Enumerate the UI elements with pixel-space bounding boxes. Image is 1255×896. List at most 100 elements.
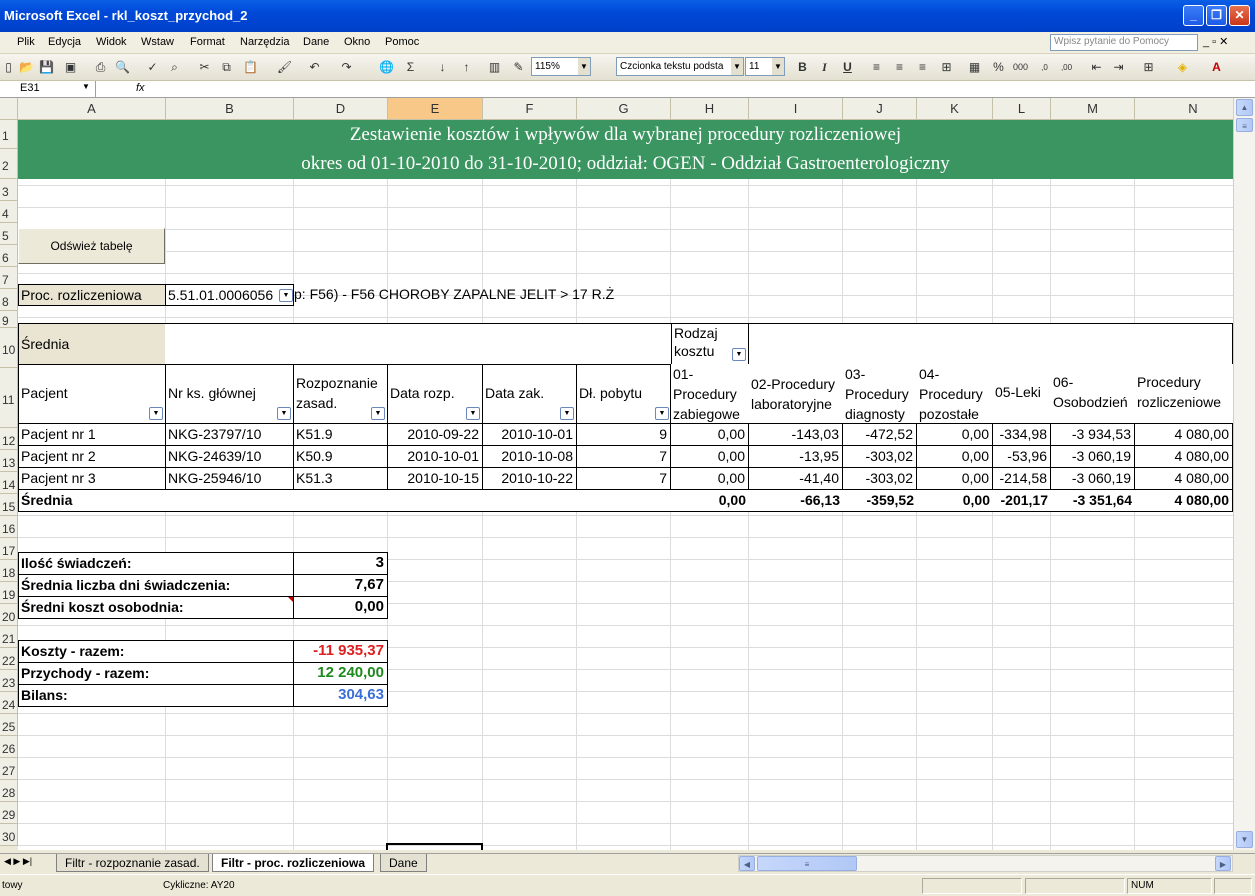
cell-nr[interactable]: NKG-24639/10 — [165, 445, 294, 468]
dl-pobytu-filter[interactable]: ▼ — [655, 407, 669, 420]
scroll-left-icon[interactable]: ◀ — [739, 856, 755, 871]
refresh-table-button[interactable]: Odśwież tabelę — [18, 228, 165, 264]
rozpoznanie-filter[interactable]: ▼ — [371, 407, 385, 420]
sort-asc-icon[interactable]: ↓ — [434, 59, 451, 76]
data-rozp-filter[interactable]: ▼ — [466, 407, 480, 420]
italic-icon[interactable]: I — [816, 59, 833, 76]
font-select[interactable]: Czcionka tekstu podsta ▼ — [616, 57, 744, 76]
font-color-icon[interactable]: A — [1208, 59, 1225, 76]
permission-icon[interactable]: ▣ — [62, 59, 79, 76]
bold-icon[interactable]: B — [794, 59, 811, 76]
scroll-right-icon[interactable]: ▶ — [1215, 856, 1231, 871]
column-header-k[interactable]: K — [917, 98, 993, 120]
menu-widok[interactable]: Widok — [96, 36, 127, 48]
redo-icon[interactable]: ↷ — [338, 59, 355, 76]
hyperlink-icon[interactable]: 🌐 — [378, 59, 395, 76]
proc-dropdown-icon[interactable]: ▼ — [279, 289, 293, 302]
scroll-thumb[interactable]: ≡ — [1236, 118, 1253, 132]
name-box[interactable]: E31 ▼ — [0, 81, 96, 98]
open-icon[interactable]: 📂 — [18, 59, 35, 76]
print-icon[interactable]: ⎙ — [92, 59, 109, 76]
cell-h[interactable]: 0,00 — [670, 445, 749, 468]
row-header-11[interactable]: 11 — [0, 368, 18, 428]
horizontal-scrollbar[interactable]: ◀ ≡ ▶ — [738, 855, 1233, 872]
cell-rozp[interactable]: K51.9 — [293, 423, 388, 446]
cell-dl[interactable]: 7 — [576, 467, 671, 490]
cut-icon[interactable]: ✂ — [196, 59, 213, 76]
column-header-e[interactable]: E — [388, 98, 483, 120]
increase-indent-icon[interactable]: ⇥ — [1110, 59, 1127, 76]
help-search-input[interactable]: Wpisz pytanie do Pomocy — [1050, 34, 1198, 51]
zoom-select[interactable]: 115% ▼ — [531, 57, 591, 76]
cell-od[interactable]: 2010-09-22 — [387, 423, 483, 446]
row-header-15[interactable]: 15 — [0, 494, 18, 516]
row-header-26[interactable]: 26 — [0, 736, 18, 758]
drawing-icon[interactable]: ✎ — [510, 59, 527, 76]
menu-edycja[interactable]: Edycja — [48, 36, 81, 48]
menu-pomoc[interactable]: Pomoc — [385, 36, 419, 48]
spelling-icon[interactable]: ✓ — [144, 59, 161, 76]
summary-value[interactable]: 12 240,00 — [293, 662, 388, 685]
h-scroll-thumb[interactable]: ≡ — [757, 856, 857, 871]
autosum-icon[interactable]: Σ — [402, 59, 419, 76]
column-header-h[interactable]: H — [671, 98, 749, 120]
cell-pacjent[interactable]: Pacjent nr 2 — [18, 445, 166, 468]
cell-od[interactable]: 2010-10-15 — [387, 467, 483, 490]
cell-do[interactable]: 2010-10-22 — [482, 467, 577, 490]
row-header-21[interactable]: 21 — [0, 626, 18, 648]
row-header-24[interactable]: 24 — [0, 692, 18, 714]
row-header-28[interactable]: 28 — [0, 780, 18, 802]
cell-k[interactable]: 0,00 — [916, 467, 993, 490]
doc-window-controls[interactable]: _ ▫ ✕ — [1203, 35, 1228, 48]
nr-ks-filter[interactable]: ▼ — [277, 407, 291, 420]
row-header-10[interactable]: 10 — [0, 328, 18, 368]
row-header-9[interactable]: 9 — [0, 311, 18, 328]
align-left-icon[interactable]: ≡ — [868, 59, 885, 76]
pacjent-filter[interactable]: ▼ — [149, 407, 163, 420]
cell-j[interactable]: -303,02 — [842, 445, 917, 468]
cell-i[interactable]: -13,95 — [748, 445, 843, 468]
research-icon[interactable]: ⌕ — [166, 59, 183, 76]
cell-h[interactable]: 0,00 — [670, 467, 749, 490]
summary-value[interactable]: 304,63 — [293, 684, 388, 707]
row-header-4[interactable]: 4 — [0, 201, 18, 223]
decrease-decimal-icon[interactable]: ,00 — [1058, 59, 1075, 76]
cell-k[interactable]: 0,00 — [916, 423, 993, 446]
menu-narzedzia[interactable]: Narzędzia — [240, 36, 290, 48]
cell-k[interactable]: 0,00 — [916, 445, 993, 468]
row-header-1[interactable]: 1 — [0, 120, 18, 149]
row-header-17[interactable]: 17 — [0, 538, 18, 560]
new-icon[interactable]: ▯ — [0, 59, 17, 76]
row-header-6[interactable]: 6 — [0, 245, 18, 267]
row-header-29[interactable]: 29 — [0, 802, 18, 824]
row-header-23[interactable]: 23 — [0, 670, 18, 692]
currency-icon[interactable]: ▦ — [966, 59, 983, 76]
cell-h[interactable]: 0,00 — [670, 423, 749, 446]
menu-okno[interactable]: Okno — [344, 36, 370, 48]
column-header-i[interactable]: I — [749, 98, 843, 120]
cell-l[interactable]: -53,96 — [992, 445, 1051, 468]
align-center-icon[interactable]: ≡ — [891, 59, 908, 76]
comma-style-icon[interactable]: 000 — [1012, 59, 1029, 76]
data-zak-filter[interactable]: ▼ — [560, 407, 574, 420]
increase-decimal-icon[interactable]: ,0 — [1036, 59, 1053, 76]
column-header-j[interactable]: J — [843, 98, 917, 120]
tab-dane[interactable]: Dane — [380, 854, 427, 872]
menu-wstaw[interactable]: Wstaw — [141, 36, 174, 48]
row-header-14[interactable]: 14 — [0, 472, 18, 494]
vertical-scrollbar[interactable]: ▲ ≡ ▼ — [1233, 98, 1255, 850]
cell-i[interactable]: -41,40 — [748, 467, 843, 490]
cell-nr[interactable]: NKG-25946/10 — [165, 467, 294, 490]
cell-pacjent[interactable]: Pacjent nr 1 — [18, 423, 166, 446]
cell-n[interactable]: 4 080,00 — [1134, 423, 1233, 446]
cell-j[interactable]: -303,02 — [842, 467, 917, 490]
font-size-select[interactable]: 11 ▼ — [745, 57, 785, 76]
row-header-16[interactable]: 16 — [0, 516, 18, 538]
cell-dl[interactable]: 9 — [576, 423, 671, 446]
proc-select[interactable]: 5.51.01.0006056 — [165, 284, 294, 306]
percent-icon[interactable]: % — [990, 59, 1007, 76]
row-header-7[interactable]: 7 — [0, 267, 18, 289]
summary-value[interactable]: 7,67 — [293, 574, 388, 597]
worksheet-grid[interactable]: Zestawienie kosztów i wpływów dla wybran… — [18, 120, 1233, 850]
select-all-corner[interactable] — [0, 98, 18, 120]
